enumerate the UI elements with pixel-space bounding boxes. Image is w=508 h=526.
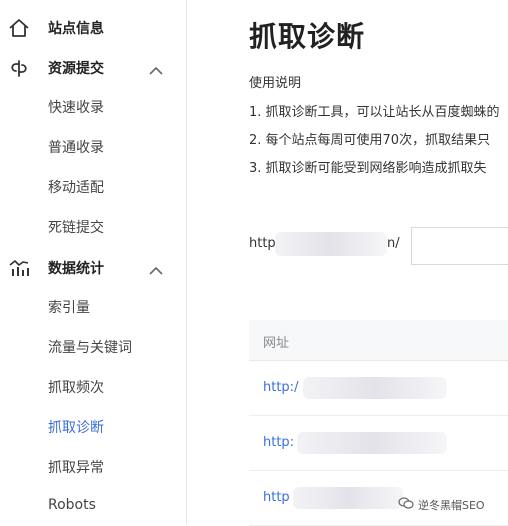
link-icon <box>8 57 30 79</box>
redacted-blur <box>297 432 447 454</box>
url-link[interactable]: http: <box>263 435 294 450</box>
sidebar-item-site-info[interactable]: 站点信息 <box>0 17 186 41</box>
sidebar: 站点信息 资源提交 快速收录 普通收录 移动适配 死链提交 数据统计 索引量 流… <box>0 0 187 525</box>
main-content: 抓取诊断 使用说明 1. 抓取诊断工具，可以让站长从百度蜘蛛的 2. 每个站点每… <box>187 0 508 526</box>
section-label: 数据统计 <box>48 261 104 277</box>
column-header-url: 网址 <box>263 336 290 351</box>
page-title: 抓取诊断 <box>249 20 366 53</box>
sidebar-item-index-volume[interactable]: 索引量 <box>48 297 90 317</box>
section-label: 资源提交 <box>48 61 104 77</box>
sidebar-item-robots[interactable]: Robots <box>48 497 96 513</box>
home-icon <box>8 17 30 39</box>
url-suffix: n/ <box>387 236 400 251</box>
watermark-text: 逆冬黑帽SEO <box>418 499 485 512</box>
table-row: http: <box>249 416 508 471</box>
redacted-blur <box>293 487 403 509</box>
instruction-line: 2. 每个站点每周可使用70次，抓取结果只 <box>249 133 491 148</box>
sidebar-item-normal-index[interactable]: 普通收录 <box>48 137 104 157</box>
redacted-blur <box>275 232 387 256</box>
url-prefix: http <box>249 236 276 251</box>
sidebar-section-data-stats[interactable]: 数据统计 <box>0 257 186 281</box>
usage-heading: 使用说明 <box>249 76 302 91</box>
sidebar-item-traffic-keywords[interactable]: 流量与关键词 <box>48 337 132 357</box>
chevron-up-icon[interactable] <box>148 62 164 75</box>
url-link[interactable]: http:/ <box>263 380 298 395</box>
url-link[interactable]: http <box>263 490 290 505</box>
sidebar-item-fast-index[interactable]: 快速收录 <box>48 97 104 117</box>
instruction-line: 1. 抓取诊断工具，可以让站长从百度蜘蛛的 <box>249 105 500 120</box>
chat-bubble-icon <box>398 495 414 511</box>
chart-icon <box>8 257 30 279</box>
chevron-up-icon[interactable] <box>148 262 164 275</box>
sidebar-item-mobile-adapt[interactable]: 移动适配 <box>48 177 104 197</box>
sidebar-item-crawl-frequency[interactable]: 抓取频次 <box>48 377 104 397</box>
redacted-blur <box>303 377 447 399</box>
sidebar-section-resource-submit[interactable]: 资源提交 <box>0 57 186 81</box>
sidebar-item-label: 站点信息 <box>48 21 104 37</box>
table-row: http:/ <box>249 361 508 416</box>
instruction-line: 3. 抓取诊断可能受到网络影响造成抓取失 <box>249 161 487 176</box>
sidebar-item-dead-link[interactable]: 死链提交 <box>48 217 104 237</box>
sidebar-item-crawl-errors[interactable]: 抓取异常 <box>48 457 104 477</box>
table-header: 网址 <box>249 320 508 361</box>
url-path-input[interactable] <box>411 227 508 265</box>
sidebar-item-crawl-diagnosis[interactable]: 抓取诊断 <box>48 417 104 437</box>
